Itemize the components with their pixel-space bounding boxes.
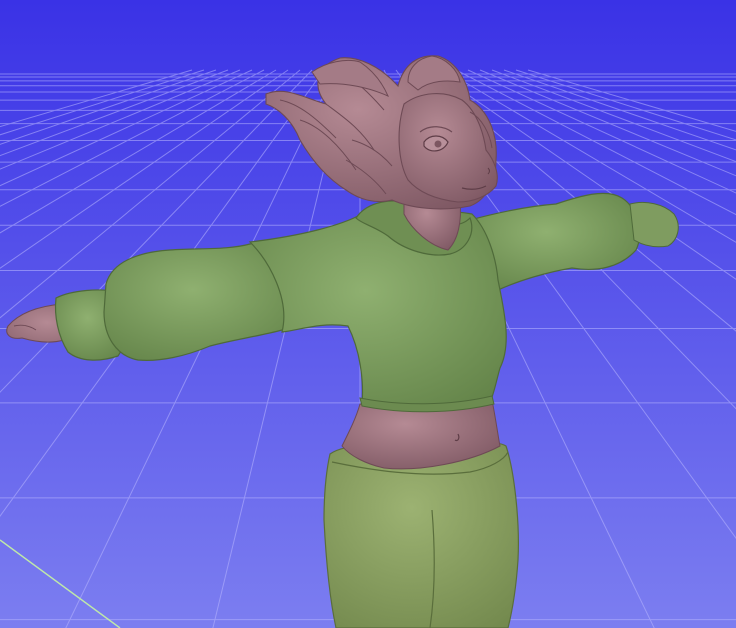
3d-viewport[interactable]	[0, 0, 736, 628]
viewport-canvas[interactable]	[0, 0, 736, 628]
pants	[323, 442, 519, 628]
